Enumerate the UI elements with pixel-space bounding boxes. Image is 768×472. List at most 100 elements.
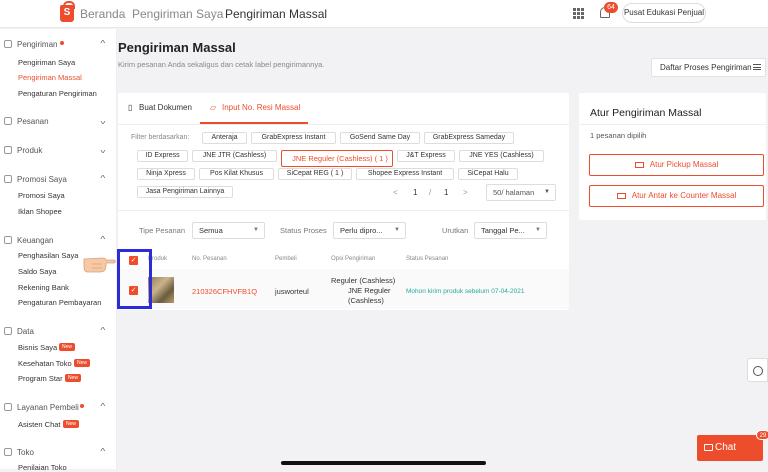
selected-count: 1 pesanan dipilih bbox=[590, 131, 647, 140]
breadcrumb-beranda[interactable]: Beranda bbox=[80, 7, 125, 21]
filter-chip[interactable]: GrabExpress Instant bbox=[251, 132, 336, 144]
active-tab-indicator bbox=[200, 122, 308, 124]
urutkan-value: Tanggal Pe... bbox=[481, 226, 525, 235]
filter-chip[interactable]: GoSend Same Day bbox=[340, 132, 420, 144]
new-badge: New bbox=[65, 374, 82, 382]
chevron-down-icon: ▼ bbox=[253, 227, 259, 233]
tab-buat-dokumen[interactable]: Buat Dokumen bbox=[139, 103, 192, 112]
tab-divider bbox=[118, 124, 569, 125]
sidebar-item-asisten-chat[interactable]: Asisten Chat bbox=[18, 420, 61, 429]
tipe-pesanan-value: Semua bbox=[199, 226, 223, 235]
sidebar-item-program-star[interactable]: Program Star bbox=[18, 374, 63, 383]
apps-grid-icon[interactable] bbox=[573, 8, 584, 19]
chevron-up-icon[interactable]: ^ bbox=[100, 447, 105, 456]
counter-button-label: Atur Antar ke Counter Massal bbox=[631, 191, 737, 200]
product-icon bbox=[4, 146, 12, 154]
filter-chip[interactable]: JNE YES (Cashless) bbox=[459, 150, 544, 162]
sidebar-item-bisnis-saya[interactable]: Bisnis Saya bbox=[18, 343, 57, 352]
chevron-down-icon[interactable]: ^ bbox=[100, 145, 105, 154]
order-number[interactable]: 210326CFHVFB1Q bbox=[192, 287, 257, 296]
tipe-pesanan-label: Tipe Pesanan bbox=[139, 226, 186, 235]
chevron-up-icon[interactable]: ^ bbox=[100, 174, 105, 183]
order-status: Mohon kirim produk sebelum 07-04-2021 bbox=[406, 288, 525, 295]
filter-chip[interactable]: ID Express bbox=[137, 150, 188, 162]
notification-badge: 64 bbox=[604, 2, 618, 13]
breadcrumb-pengiriman-saya[interactable]: Pengiriman Saya bbox=[132, 7, 223, 21]
home-indicator bbox=[281, 461, 486, 465]
sidebar-item-iklan-shopee[interactable]: Iklan Shopee bbox=[18, 207, 62, 216]
panel-divider bbox=[579, 124, 766, 125]
column-header-pembeli: Pembeli bbox=[275, 256, 297, 262]
shipping-option-line-2: JNE Reguler bbox=[348, 286, 391, 295]
filter-chip[interactable]: GrabExpress Sameday bbox=[424, 132, 514, 144]
sidebar-item-pengiriman-saya[interactable]: Pengiriman Saya bbox=[18, 58, 75, 67]
sidebar-section-pesanan[interactable]: Pesanan bbox=[17, 117, 49, 126]
shopee-logo-icon[interactable]: S bbox=[60, 1, 75, 22]
chat-bubble-icon bbox=[704, 444, 713, 451]
chat-label: Chat bbox=[715, 442, 737, 453]
sidebar-section-keuangan[interactable]: Keuangan bbox=[17, 236, 53, 245]
next-page-button[interactable]: > bbox=[463, 188, 468, 197]
sidebar-item-promosi-saya[interactable]: Promosi Saya bbox=[18, 191, 65, 200]
sidebar-item-pengiriman-massal[interactable]: Pengiriman Massal bbox=[18, 73, 82, 82]
filter-chip[interactable]: SiCepat Halu bbox=[458, 168, 518, 180]
shop-icon bbox=[4, 448, 12, 456]
sidebar-item-pengaturan-pengiriman[interactable]: Pengaturan Pengiriman bbox=[18, 89, 97, 98]
prev-page-button[interactable]: < bbox=[393, 188, 398, 197]
filter-chip[interactable]: Ninja Xpress bbox=[137, 168, 195, 180]
urutkan-label: Urutkan bbox=[442, 226, 469, 235]
sidebar-section-pengiriman[interactable]: Pengiriman bbox=[17, 40, 57, 49]
chevron-up-icon[interactable]: ^ bbox=[100, 235, 105, 244]
new-badge: New bbox=[59, 343, 76, 351]
chevron-down-icon: ▼ bbox=[535, 227, 541, 233]
chevron-down-icon: ▼ bbox=[394, 227, 400, 233]
atur-pickup-massal-button[interactable]: Atur Pickup Massal bbox=[589, 154, 764, 176]
filter-chip[interactable]: Anteraja bbox=[202, 132, 247, 144]
per-page-select[interactable]: 50/ halaman ▼ bbox=[486, 184, 556, 201]
support-icon[interactable] bbox=[747, 358, 768, 382]
edukasi-button[interactable]: Pusat Edukasi Penjual bbox=[622, 3, 706, 23]
chevron-up-icon[interactable]: ^ bbox=[100, 39, 105, 48]
edit-icon: ▱ bbox=[210, 103, 217, 112]
filter-chip[interactable]: Jasa Pengiriman Lainnya bbox=[137, 186, 233, 198]
sidebar-section-layanan-pembeli[interactable]: Layanan Pembeli bbox=[17, 403, 79, 412]
daftar-proses-pengiriman-button[interactable]: Daftar Proses Pengiriman bbox=[651, 58, 766, 77]
filter-chip[interactable]: Shopee Express Instant bbox=[356, 168, 454, 180]
chevron-up-icon[interactable]: ^ bbox=[100, 402, 105, 411]
sidebar-section-promosi[interactable]: Promosi Saya bbox=[17, 175, 67, 184]
filter-chip[interactable]: Pos Kilat Khusus bbox=[199, 168, 274, 180]
status-proses-select[interactable]: Perlu dipro... ▼ bbox=[333, 222, 406, 239]
total-pages: 1 bbox=[444, 188, 449, 197]
filter-chip[interactable]: JNE JTR (Cashless) bbox=[192, 150, 277, 162]
page-title: Pengiriman Massal bbox=[118, 40, 236, 55]
truck-icon bbox=[4, 40, 12, 48]
sidebar-item-pengaturan-pembayaran[interactable]: Pengaturan Pembayaran bbox=[18, 298, 101, 307]
chevron-up-icon[interactable]: ^ bbox=[100, 326, 105, 335]
tab-input-no-resi-massal[interactable]: Input No. Resi Massal bbox=[222, 103, 300, 112]
filter-chip[interactable]: SiCepat REG ( 1 ) bbox=[278, 168, 352, 180]
sidebar-section-data[interactable]: Data bbox=[17, 327, 34, 336]
shipping-option-line-3: (Cashless) bbox=[348, 296, 384, 305]
atur-antar-counter-massal-button[interactable]: Atur Antar ke Counter Massal bbox=[589, 185, 764, 207]
filter-chip[interactable]: J&T Express bbox=[397, 150, 455, 162]
promotion-icon bbox=[4, 175, 12, 183]
page-separator: / bbox=[429, 188, 432, 197]
sidebar-item-penghasilan-saya[interactable]: Penghasilan Saya bbox=[18, 251, 78, 260]
urutkan-select[interactable]: Tanggal Pe... ▼ bbox=[474, 222, 547, 239]
status-proses-label: Status Proses bbox=[280, 226, 327, 235]
sidebar-item-rekening-bank[interactable]: Rekening Bank bbox=[18, 283, 69, 292]
filter-chip-selected[interactable]: JNE Reguler (Cashless) ( 1 ) bbox=[281, 150, 393, 167]
wallet-icon bbox=[4, 236, 12, 244]
sidebar-item-saldo-saya[interactable]: Saldo Saya bbox=[18, 267, 56, 276]
column-header-status-pesanan: Status Pesanan bbox=[406, 256, 449, 262]
sidebar-item-kesehatan-toko[interactable]: Kesehatan Toko bbox=[18, 359, 72, 368]
customer-service-icon bbox=[4, 403, 12, 411]
chevron-down-icon[interactable]: ^ bbox=[100, 116, 105, 125]
sidebar-section-toko[interactable]: Toko bbox=[17, 448, 34, 457]
notification-dot-icon bbox=[60, 41, 64, 45]
pickup-button-label: Atur Pickup Massal bbox=[649, 160, 719, 169]
tipe-pesanan-select[interactable]: Semua ▼ bbox=[192, 222, 265, 239]
menu-icon bbox=[753, 64, 761, 70]
sidebar-item-penilaian-toko[interactable]: Penilaian Toko bbox=[18, 463, 67, 472]
sidebar-section-produk[interactable]: Produk bbox=[17, 146, 42, 155]
